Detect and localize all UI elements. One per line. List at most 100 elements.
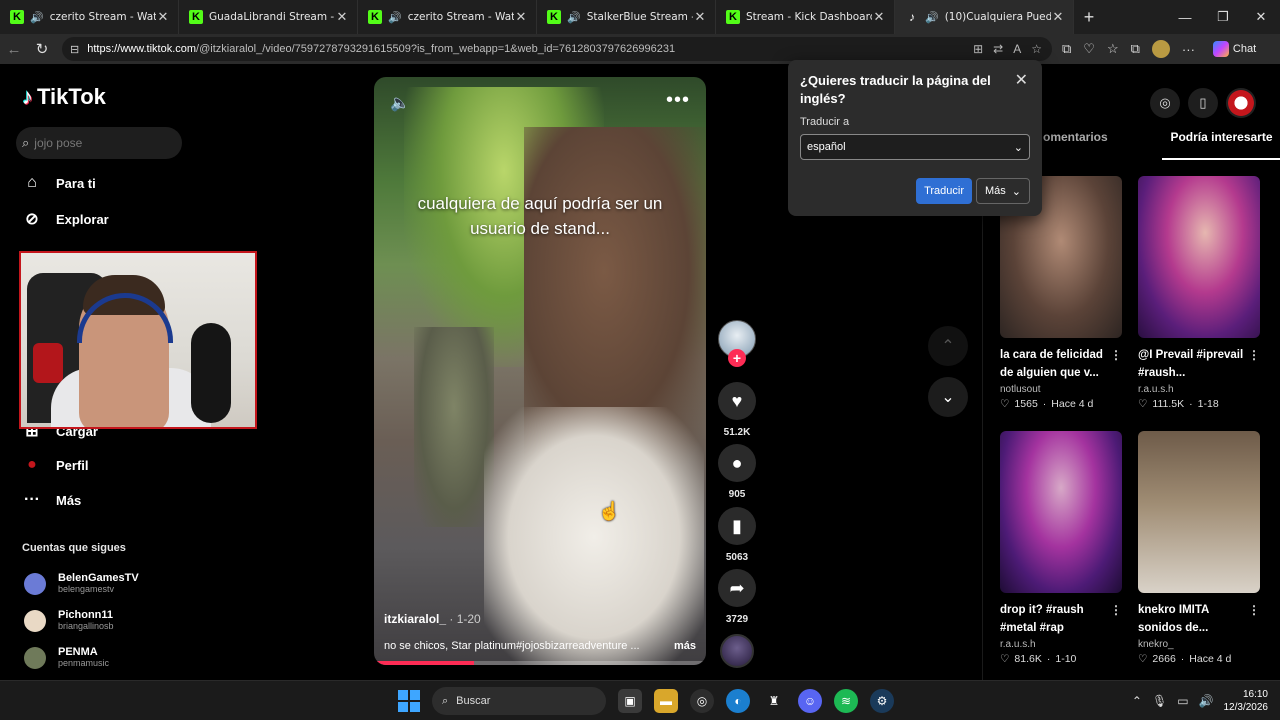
browser-tab[interactable]: K GuadaLibrandi Stream - W ✕ [179,0,358,34]
nav-for-you[interactable]: ⌂ Para ti [22,174,96,192]
card-stats: ♡ 1565 · Hace 4 d [1000,398,1094,410]
chrome-icon[interactable]: ◎ [690,689,714,713]
tiktok-logo[interactable]: ♪ TikTok [22,84,106,110]
nav-explore[interactable]: ⊘ Explorar [22,209,108,229]
speaker-icon[interactable]: 🔊 [567,11,581,24]
browser-tab[interactable]: K 🔊 StalkerBlue Stream - Watch ✕ [537,0,716,34]
browser-tab[interactable]: K 🔊 czerito Stream - Watch Live ✕ [0,0,179,34]
previous-video-button[interactable]: ⌃ [928,326,968,366]
microphone-icon[interactable]: 🎙 [1152,694,1167,708]
edge-icon[interactable]: ◐ [726,689,750,713]
close-tab-icon[interactable]: ✕ [872,9,886,25]
profile-avatar[interactable] [1151,40,1170,58]
speaker-icon[interactable]: 🔊 [925,11,939,24]
reload-icon[interactable]: ↻ [28,40,56,58]
tiktok-logo-icon: ♪ [22,84,33,109]
video-player[interactable]: 🔈 ••• cualquiera de aquí podría ser un u… [374,77,706,665]
discord-icon[interactable]: ☺ [798,689,822,713]
obs-icon[interactable]: ♜ [762,689,786,713]
favorites-icon[interactable]: ☆ [1107,41,1119,57]
more-options-button[interactable]: Más ⌄ [976,178,1030,204]
translate-popup: ¿Quieres traducir la página del inglés? … [788,60,1042,216]
file-explorer-icon[interactable]: ▬ [654,689,678,713]
browser-tab-active[interactable]: ♪ 🔊 (10)Cualquiera Puede Ser U ✕ [895,0,1074,34]
close-window-icon[interactable]: ✕ [1242,0,1280,34]
language-select[interactable]: español ⌄ [800,134,1030,160]
coins-icon[interactable]: ◎ [1150,88,1180,118]
collections-icon[interactable]: ⧉ [1131,41,1140,57]
share-button[interactable]: ➦ 3729 [716,569,758,625]
followed-account[interactable]: BelenGamesTV belengamestv [24,572,139,595]
search-input[interactable]: ⌕ jojo pose [16,127,182,159]
more-options-icon[interactable]: ••• [666,89,690,112]
speaker-icon[interactable]: 🔊 [388,11,402,24]
clock-time: 16:10 [1242,689,1268,700]
volume-icon[interactable]: 🔈 [390,93,410,113]
browser-essentials-icon[interactable]: ♡ [1083,41,1095,57]
search-placeholder: jojo pose [34,136,83,150]
description-more-link[interactable]: más [674,640,696,652]
browser-tab[interactable]: K 🔊 czerito Stream - Watch Live ✕ [358,0,537,34]
suggested-video-card[interactable]: knekro IMITA sonidos de... ⋮ knekro_ ♡ 266… [1138,431,1260,665]
music-disc-avatar[interactable] [720,634,754,668]
settings-more-icon[interactable]: ··· [1182,42,1195,57]
streamer-webcam-overlay [19,251,257,429]
save-button[interactable]: ▮ 5063 [716,507,758,563]
close-tab-icon[interactable]: ✕ [693,9,707,25]
speaker-icon[interactable]: 🔊 [30,11,44,24]
video-author[interactable]: itzkiaralol_ · 1-20 [384,612,481,626]
followed-account[interactable]: Pichonn11 briangallinosb [24,609,114,632]
card-more-icon[interactable]: ⋮ [1248,601,1260,619]
minimize-icon[interactable]: — [1166,0,1204,34]
site-info-icon[interactable]: ⊟ [70,43,79,56]
comment-count: 905 [728,489,746,500]
nav-more[interactable]: ··· Más [22,491,81,509]
maximize-icon[interactable]: ❐ [1204,0,1242,34]
steam-icon[interactable]: ⚙ [870,689,894,713]
translate-button[interactable]: Traducir [916,178,972,204]
card-more-icon[interactable]: ⋮ [1110,601,1122,619]
comment-button[interactable]: ● 905 [716,444,758,500]
url-field[interactable]: ⊟ https://www.tiktok.com/@itzkiaralol_/v… [62,37,1052,61]
apps-icon[interactable]: ⊞ [973,42,983,56]
close-tab-icon[interactable]: ✕ [514,9,528,25]
card-more-icon[interactable]: ⋮ [1248,346,1260,364]
back-icon[interactable]: ← [0,41,28,58]
video-progress-bar[interactable] [374,661,706,665]
translate-icon[interactable]: ⇄ [993,42,1003,56]
system-clock[interactable]: 16:10 12/3/2026 [1224,688,1269,714]
search-icon: ⌕ [22,135,30,150]
nav-profile[interactable]: ● Perfil [22,456,88,474]
browser-tab[interactable]: K Stream - Kick Dashboard ✕ [716,0,895,34]
chevron-up-icon[interactable]: ⌃ [1132,694,1142,708]
user-avatar[interactable] [1226,88,1256,118]
network-icon[interactable]: ▭ [1177,694,1188,708]
card-more-icon[interactable]: ⋮ [1110,346,1122,364]
phone-app-icon[interactable]: ▯ [1188,88,1218,118]
read-aloud-icon[interactable]: A [1013,42,1021,56]
close-tab-icon[interactable]: ✕ [156,9,170,25]
spotify-icon[interactable]: ≋ [834,689,858,713]
suggested-video-card[interactable]: @I Prevail #iprevail #raush... ⋮ r.a.u.s.… [1138,176,1260,410]
follow-plus-icon[interactable]: + [728,349,746,367]
close-tab-icon[interactable]: ✕ [1051,9,1065,25]
card-title: la cara de felicidad de alguien que v...… [1000,346,1122,379]
new-tab-button[interactable]: + [1074,7,1104,28]
favorite-star-icon[interactable]: ☆ [1031,42,1042,56]
screen: K 🔊 czerito Stream - Watch Live ✕ K Guad… [0,0,1280,720]
task-view-icon[interactable]: ▣ [618,689,642,713]
next-video-button[interactable]: ⌄ [928,377,968,417]
tab-suggested[interactable]: Podría interesarte [1162,130,1280,160]
share-arrow-icon: ➦ [718,569,756,607]
suggested-video-card[interactable]: drop it? #raush #metal #rap ⋮ r.a.u.s.h ♡… [1000,431,1122,665]
windows-start-icon[interactable] [398,690,420,712]
taskbar-search[interactable]: ⌕ Buscar [432,687,606,715]
extensions-icon[interactable]: ⧉ [1062,41,1071,57]
card-likes: 81.6K [1014,653,1042,665]
like-button[interactable]: ♥ 51.2K [716,382,758,438]
close-tab-icon[interactable]: ✕ [335,9,349,25]
followed-account[interactable]: PENMA penmamusic [24,646,109,669]
copilot-button[interactable]: Chat [1212,41,1256,57]
close-icon[interactable]: ✕ [1015,70,1028,90]
volume-icon[interactable]: 🔊 [1199,694,1214,708]
